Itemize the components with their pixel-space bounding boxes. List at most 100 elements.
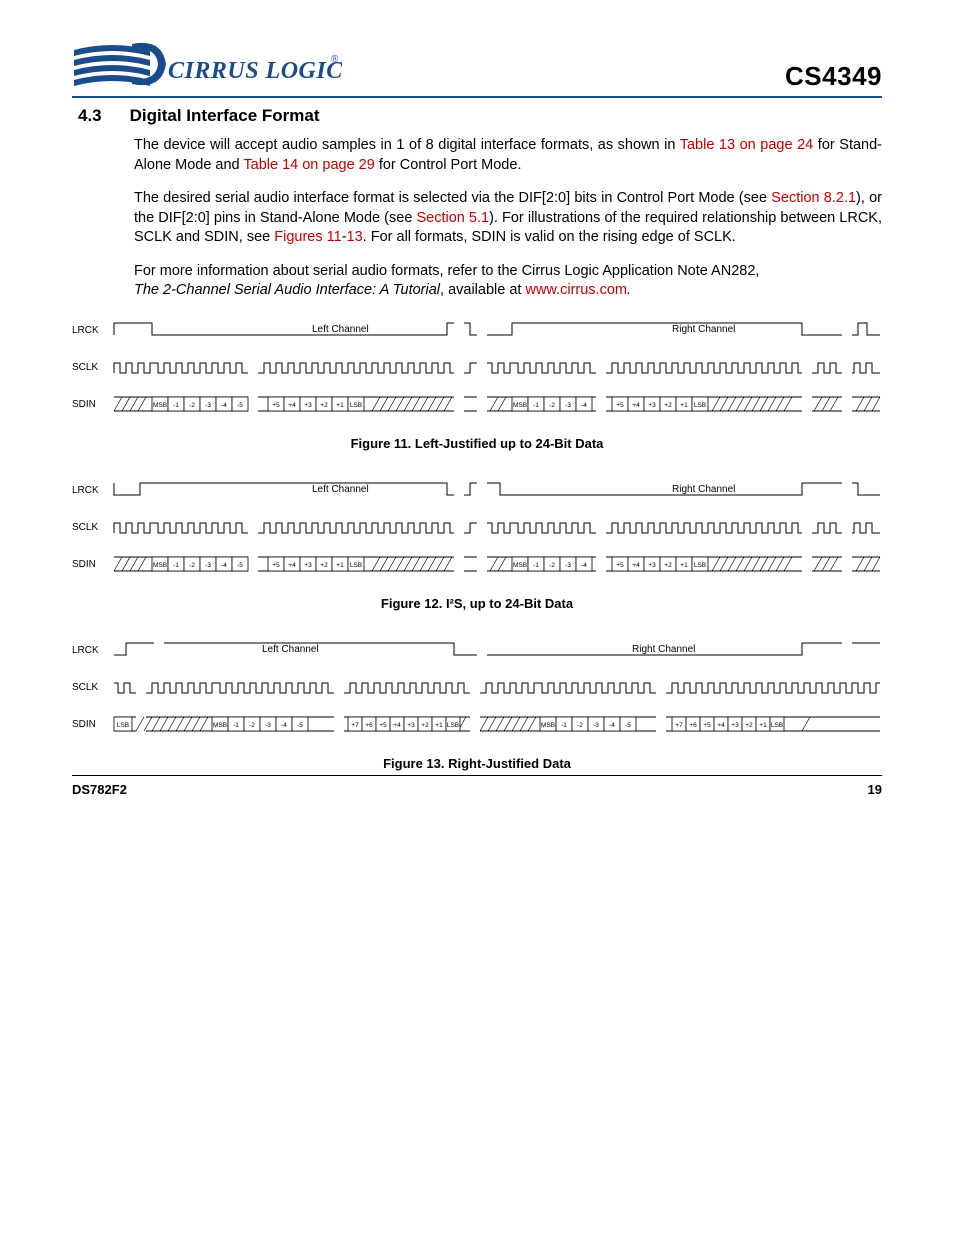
svg-text:+5: +5 bbox=[616, 402, 624, 409]
svg-text:-2: -2 bbox=[189, 562, 195, 569]
svg-text:LSB: LSB bbox=[694, 562, 706, 569]
part-number: CS4349 bbox=[785, 61, 882, 92]
svg-text:-5: -5 bbox=[237, 562, 243, 569]
link-section-51[interactable]: Section 5.1 bbox=[416, 210, 489, 226]
svg-text:-4: -4 bbox=[581, 402, 587, 409]
page-footer: DS782F2 19 bbox=[72, 775, 882, 797]
page-header: CIRRUS LOGIC ® CS4349 bbox=[72, 38, 882, 92]
svg-text:MSB: MSB bbox=[513, 562, 527, 569]
svg-text:LSB: LSB bbox=[350, 562, 362, 569]
svg-text:-5: -5 bbox=[625, 722, 631, 729]
svg-text:-2: -2 bbox=[249, 722, 255, 729]
svg-text:+4: +4 bbox=[288, 562, 296, 569]
svg-text:Right Channel: Right Channel bbox=[632, 644, 695, 655]
svg-text:-2: -2 bbox=[577, 722, 583, 729]
svg-text:-4: -4 bbox=[221, 402, 227, 409]
svg-text:SCLK: SCLK bbox=[72, 682, 98, 693]
svg-text:MSB: MSB bbox=[213, 722, 227, 729]
figure-12-caption: Figure 12. I²S, up to 24-Bit Data bbox=[72, 596, 882, 611]
svg-text:+1: +1 bbox=[680, 562, 688, 569]
svg-text:+6: +6 bbox=[689, 722, 697, 729]
svg-text:+3: +3 bbox=[304, 402, 312, 409]
svg-text:+3: +3 bbox=[407, 722, 415, 729]
lrck-label: LRCK bbox=[72, 325, 99, 336]
header-rule bbox=[72, 96, 882, 98]
svg-text:+4: +4 bbox=[632, 402, 640, 409]
link-cirrus-com[interactable]: www.cirrus.com bbox=[525, 282, 627, 298]
svg-text:+5: +5 bbox=[616, 562, 624, 569]
link-figures-13[interactable]: 13 bbox=[347, 229, 363, 245]
svg-text:+3: +3 bbox=[304, 562, 312, 569]
sdin-bits: MSB-1-2-3-4-5+5+4+3+2+1LSBMSB-1-2-3-4+5+… bbox=[114, 397, 880, 411]
svg-text:+4: +4 bbox=[393, 722, 401, 729]
figure-12: LRCK Left Channel Right Channel SCLK SDI… bbox=[72, 475, 882, 611]
section-number: 4.3 bbox=[78, 106, 102, 126]
svg-text:LRCK: LRCK bbox=[72, 645, 99, 656]
svg-text:SDIN: SDIN bbox=[72, 719, 96, 730]
svg-text:LSB: LSB bbox=[694, 402, 706, 409]
svg-text:MSB: MSB bbox=[153, 402, 167, 409]
section-title: Digital Interface Format bbox=[130, 106, 320, 126]
svg-text:LSB: LSB bbox=[350, 402, 362, 409]
svg-text:+2: +2 bbox=[320, 562, 328, 569]
right-channel-label: Right Channel bbox=[672, 324, 735, 335]
svg-text:LSB: LSB bbox=[117, 722, 129, 729]
svg-text:SDIN: SDIN bbox=[72, 559, 96, 570]
svg-text:+6: +6 bbox=[365, 722, 373, 729]
svg-text:-2: -2 bbox=[189, 402, 195, 409]
link-section-821[interactable]: Section 8.2.1 bbox=[771, 190, 856, 206]
link-table-14[interactable]: Table 14 on page 29 bbox=[243, 157, 374, 173]
svg-text:-2: -2 bbox=[549, 562, 555, 569]
svg-text:-3: -3 bbox=[265, 722, 271, 729]
svg-text:-4: -4 bbox=[609, 722, 615, 729]
svg-text:+2: +2 bbox=[320, 402, 328, 409]
svg-text:+7: +7 bbox=[351, 722, 359, 729]
svg-text:-4: -4 bbox=[281, 722, 287, 729]
svg-text:-1: -1 bbox=[173, 562, 179, 569]
svg-text:+5: +5 bbox=[703, 722, 711, 729]
svg-text:-3: -3 bbox=[565, 402, 571, 409]
left-channel-label: Left Channel bbox=[312, 324, 369, 335]
svg-text:+3: +3 bbox=[648, 402, 656, 409]
svg-text:LSB: LSB bbox=[771, 722, 783, 729]
svg-text:-1: -1 bbox=[173, 402, 179, 409]
svg-text:-4: -4 bbox=[221, 562, 227, 569]
svg-text:-4: -4 bbox=[581, 562, 587, 569]
paragraph-1: The device will accept audio samples in … bbox=[134, 136, 882, 175]
svg-text:+1: +1 bbox=[435, 722, 443, 729]
svg-text:+2: +2 bbox=[664, 402, 672, 409]
svg-text:+5: +5 bbox=[272, 562, 280, 569]
svg-text:-1: -1 bbox=[533, 562, 539, 569]
svg-text:-1: -1 bbox=[533, 402, 539, 409]
svg-text:-3: -3 bbox=[205, 402, 211, 409]
svg-text:-1: -1 bbox=[233, 722, 239, 729]
doc-id: DS782F2 bbox=[72, 782, 127, 797]
svg-text:Left Channel: Left Channel bbox=[262, 644, 319, 655]
svg-text:+4: +4 bbox=[717, 722, 725, 729]
link-table-13[interactable]: Table 13 on page 24 bbox=[680, 137, 814, 153]
svg-text:MSB: MSB bbox=[513, 402, 527, 409]
svg-text:+3: +3 bbox=[731, 722, 739, 729]
svg-text:+5: +5 bbox=[379, 722, 387, 729]
svg-text:+1: +1 bbox=[680, 402, 688, 409]
svg-text:MSB: MSB bbox=[153, 562, 167, 569]
svg-text:+2: +2 bbox=[421, 722, 429, 729]
company-logo: CIRRUS LOGIC ® bbox=[72, 38, 342, 92]
logo-text: CIRRUS LOGIC bbox=[168, 58, 342, 84]
page-number: 19 bbox=[868, 782, 882, 797]
svg-text:-3: -3 bbox=[205, 562, 211, 569]
sclk-waveform bbox=[114, 363, 880, 373]
figure-11-caption: Figure 11. Left-Justified up to 24-Bit D… bbox=[72, 436, 882, 451]
sdin-label: SDIN bbox=[72, 399, 96, 410]
svg-text:LSB: LSB bbox=[447, 722, 459, 729]
svg-text:MSB: MSB bbox=[541, 722, 555, 729]
figure-11: LRCK Left Channel Right Channel SCLK SDI… bbox=[72, 315, 882, 451]
logo-registered: ® bbox=[331, 54, 339, 65]
link-figures-11[interactable]: Figures 11 bbox=[274, 229, 341, 245]
figure-13: LRCK Left Channel Right Channel SCLK SDI… bbox=[72, 635, 882, 771]
svg-text:+2: +2 bbox=[664, 562, 672, 569]
svg-text:Left Channel: Left Channel bbox=[312, 484, 369, 495]
sclk-label: SCLK bbox=[72, 362, 98, 373]
svg-text:+4: +4 bbox=[632, 562, 640, 569]
svg-text:LRCK: LRCK bbox=[72, 485, 99, 496]
